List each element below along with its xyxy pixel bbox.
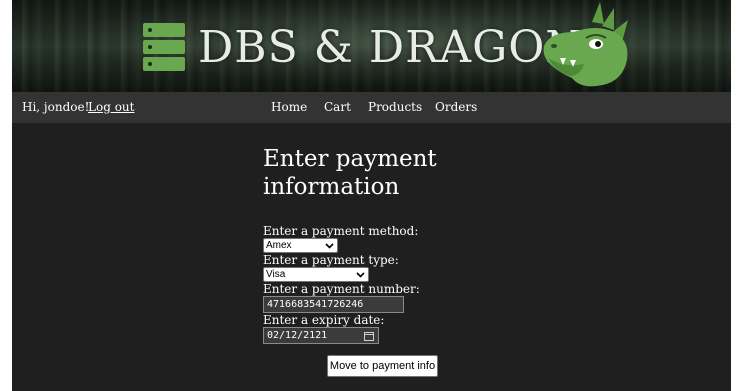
top-navbar: Hi, jondoe! Log out Home Cart Products O… (12, 92, 731, 123)
logout-link[interactable]: Log out (88, 100, 134, 114)
page-title: Enter payment information (263, 146, 437, 200)
nav-link-cart[interactable]: Cart (324, 100, 351, 114)
payment-method-value: Amex (266, 240, 292, 251)
nav-link-products[interactable]: Products (368, 100, 422, 114)
chevron-down-icon (325, 243, 334, 249)
calendar-icon[interactable] (364, 331, 374, 341)
expiry-date-label: Enter a expiry date: (263, 313, 385, 327)
user-greeting: Hi, jondoe! (22, 100, 90, 114)
nav-link-home[interactable]: Home (271, 100, 307, 114)
expiry-date-value: 02/12/2121 (267, 330, 328, 341)
page-frame: DBS & DRAGONS Hi, jondoe! Log out Home C… (12, 0, 731, 391)
payment-method-select[interactable]: Amex (263, 238, 338, 253)
header-banner: DBS & DRAGONS (12, 0, 731, 92)
payment-form: Enter a payment method: Amex Enter a pay… (263, 224, 563, 344)
payment-type-label: Enter a payment type: (263, 253, 399, 267)
payment-number-input[interactable]: 4716683541726246 (263, 296, 404, 313)
move-to-payment-info-button[interactable]: Move to payment info (327, 355, 438, 377)
payment-number-label: Enter a payment number: (263, 282, 420, 296)
payment-method-label: Enter a payment method: (263, 224, 419, 238)
expiry-date-input[interactable]: 02/12/2121 (263, 327, 379, 344)
dragon-head-icon (543, 2, 628, 87)
payment-type-value: Visa (266, 269, 286, 280)
payment-type-select[interactable]: Visa (263, 267, 369, 282)
server-stack-icon (143, 23, 185, 71)
payment-form-section: Enter payment information Enter a paymen… (263, 145, 563, 344)
chevron-down-icon (356, 272, 365, 278)
nav-link-orders[interactable]: Orders (435, 100, 477, 114)
